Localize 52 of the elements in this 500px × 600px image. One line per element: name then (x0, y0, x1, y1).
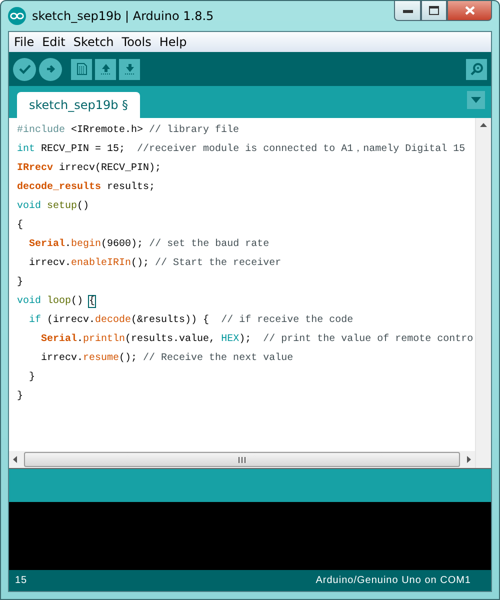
code-line: Serial.println(results.value, HEX); // print the value of remote contro (40, 332, 474, 347)
window-title: sketch_sep19b | Arduino 1.8.5 (32, 9, 215, 23)
infinity-logo-icon (8, 7, 26, 25)
new-file-button[interactable] (71, 58, 92, 80)
code-line: if (irrecv.decode(&results)) { // if receive the code (28, 314, 354, 328)
menu-item[interactable]: Tools (118, 35, 156, 49)
menu-item[interactable]: Help (156, 35, 192, 49)
board-info: Arduino/Genuino Uno on COM1 (316, 575, 471, 586)
document-icon (76, 63, 86, 75)
line-number: 15 (15, 575, 28, 586)
scroll-thumb[interactable] (24, 452, 460, 467)
code-line: irrecv.resume(); // Receive the next value (40, 352, 294, 366)
open-button[interactable] (95, 58, 116, 80)
serial-monitor-button[interactable] (466, 58, 487, 80)
minimize-button[interactable] (394, 1, 421, 21)
right-arrow-icon (46, 64, 56, 74)
magnifier-icon (470, 62, 484, 76)
code-line: irrecv.enableIRIn(); // Start the receiver (28, 256, 282, 271)
upload-button[interactable] (39, 58, 62, 80)
menu-item[interactable]: File (11, 35, 40, 49)
scroll-right-icon[interactable] (465, 456, 472, 463)
code-line: } (17, 276, 24, 290)
scroll-up-icon[interactable] (480, 121, 487, 128)
tab-menu-button[interactable] (467, 91, 485, 109)
code-line: IRrecv irrecv(RECV_PIN); (17, 162, 162, 176)
up-arrow-icon (100, 63, 112, 75)
save-button[interactable] (119, 58, 140, 80)
code-line: void setup() (17, 200, 90, 214)
dropdown-triangle-icon (471, 97, 481, 103)
checkmark-icon (18, 64, 30, 74)
verify-button[interactable] (13, 58, 36, 80)
code-line: { (17, 218, 24, 233)
maximize-button[interactable] (421, 1, 447, 21)
code-line: int RECV_PIN = 15; //receiver module is connected to A1，namely Digital 15 (17, 142, 466, 157)
code-line: void loop() { (17, 294, 96, 309)
vertical-scrollbar[interactable] (475, 118, 491, 468)
code-line: } (17, 390, 24, 404)
horizontal-scrollbar[interactable] (9, 451, 475, 468)
scroll-left-icon[interactable] (12, 456, 19, 463)
menu-item[interactable]: Sketch (70, 35, 119, 49)
code-line: } (28, 370, 36, 385)
maximize-icon (429, 6, 439, 15)
grip-icon (238, 456, 246, 462)
code-line: #include <IRremote.h> // library file (17, 124, 240, 138)
down-arrow-icon (124, 63, 136, 75)
minimize-icon (402, 8, 412, 12)
close-button[interactable] (447, 1, 492, 21)
code-line: decode_results results; (17, 180, 156, 195)
menu-item[interactable]: Edit (39, 35, 70, 49)
code-line: Serial.begin(9600); // set the baud rate (28, 238, 270, 252)
sketch-tab[interactable]: sketch_sep19b § (17, 92, 140, 118)
close-icon (464, 6, 474, 15)
